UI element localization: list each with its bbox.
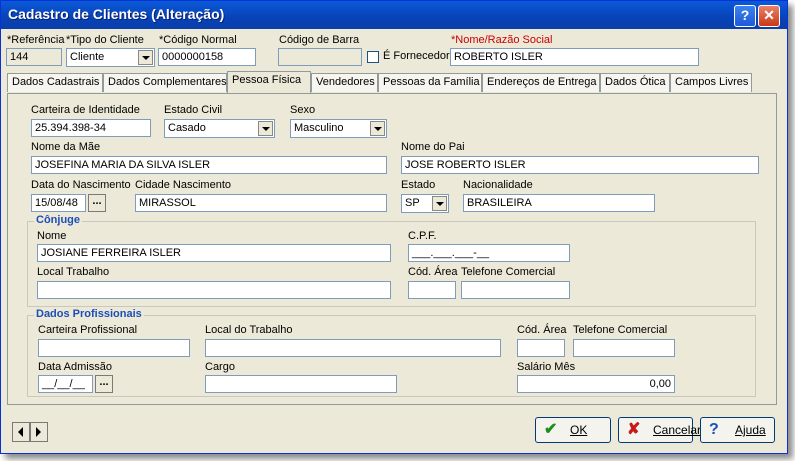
conjuge-nome-label: Nome	[37, 230, 67, 242]
window-title: Cadastro de Clientes (Alteração)	[8, 6, 225, 22]
chevron-down-icon[interactable]	[138, 50, 153, 65]
cancel-label: Cancelar	[653, 423, 702, 437]
tipo-cliente-label: *Tipo do Cliente	[66, 34, 144, 46]
fornecedor-checkbox[interactable]	[367, 51, 379, 63]
conjuge-local-label: Local Trabalho	[37, 266, 110, 278]
sexo-label: Sexo	[290, 104, 316, 116]
ok-label: OK	[570, 423, 588, 437]
tab-vendedores[interactable]: Vendedores	[311, 73, 378, 92]
estado-value: SP	[405, 197, 420, 209]
estado-civil-value: Casado	[168, 122, 206, 134]
pai-field[interactable]: JOSE ROBERTO ISLER	[401, 156, 759, 174]
identidade-label: Carteira de Identidade	[31, 104, 140, 116]
sexo-value: Masculino	[294, 122, 344, 134]
pessoa-fisica-panel: Carteira de Identidade 25.394.398-34 Est…	[7, 93, 777, 405]
cidade-label: Cidade Nascimento	[135, 179, 231, 191]
conjuge-area-label: Cód. Área	[408, 266, 458, 278]
profissional-title: Dados Profissionais	[34, 308, 144, 320]
tipo-cliente-select[interactable]: Cliente	[66, 48, 155, 67]
fornecedor-label: É Fornecedor	[383, 50, 450, 62]
client-form-window: Cadastro de Clientes (Alteração) ? ✕ *Re…	[0, 0, 788, 454]
cargo-label: Cargo	[205, 361, 235, 373]
cpf-field[interactable]: ___.___.___-__	[408, 244, 570, 262]
chevron-down-icon[interactable]	[258, 121, 273, 136]
tab-pessoas-familia[interactable]: Pessoas da Família	[378, 73, 482, 92]
codigo-barra-label: Código de Barra	[279, 34, 360, 46]
title-bar: Cadastro de Clientes (Alteração) ? ✕	[1, 1, 787, 29]
mae-field[interactable]: JOSEFINA MARIA DA SILVA ISLER	[31, 156, 387, 174]
tab-campos-livres[interactable]: Campos Livres	[670, 73, 752, 92]
carteira-field[interactable]	[38, 339, 190, 357]
conjuge-title: Cônjuge	[34, 214, 82, 226]
prof-area-label: Cód. Área	[517, 324, 567, 336]
conjuge-nome-field[interactable]: JOSIANE FERREIRA ISLER	[37, 244, 391, 262]
pai-label: Nome do Pai	[401, 141, 465, 153]
nascimento-calendar-button[interactable]: ...	[88, 194, 106, 212]
salario-label: Salário Mês	[517, 361, 576, 373]
prof-fone-label: Telefone Comercial	[573, 324, 668, 336]
cancel-button[interactable]: ✘ Cancelar	[618, 417, 701, 443]
tab-dados-complementares[interactable]: Dados Complementares	[103, 73, 227, 92]
previous-record-button[interactable]	[12, 422, 30, 442]
cidade-field[interactable]: MIRASSOL	[135, 194, 387, 212]
salario-field[interactable]: 0,00	[517, 375, 675, 393]
checkmark-icon: ✔	[544, 421, 558, 438]
tab-enderecos-entrega[interactable]: Endereços de Entrega	[482, 73, 600, 92]
nome-field[interactable]: ROBERTO ISLER	[450, 48, 699, 66]
prof-area-field[interactable]	[517, 339, 565, 357]
help-button[interactable]: ? Ajuda	[700, 417, 775, 443]
nacionalidade-label: Nacionalidade	[463, 179, 533, 191]
bottom-bar: ✔ OK ✘ Cancelar ? Ajuda	[7, 412, 779, 446]
chevron-down-icon[interactable]	[432, 196, 447, 211]
tab-pessoa-fisica[interactable]: Pessoa Física	[227, 71, 311, 93]
local-trabalho-label: Local do Trabalho	[205, 324, 293, 336]
cpf-label: C.P.F.	[408, 230, 437, 242]
codigo-normal-field[interactable]: 0000000158	[158, 48, 256, 66]
identidade-field[interactable]: 25.394.398-34	[31, 119, 151, 137]
help-title-button[interactable]: ?	[734, 5, 756, 27]
chevron-down-icon[interactable]	[370, 121, 385, 136]
nascimento-label: Data do Nascimento	[31, 179, 131, 191]
nome-label: *Nome/Razão Social	[451, 34, 553, 46]
referencia-label: *Referência	[7, 34, 65, 46]
conjuge-area-field[interactable]	[408, 281, 456, 299]
conjuge-local-field[interactable]	[37, 281, 391, 299]
estado-select[interactable]: SP	[401, 194, 449, 213]
admissao-calendar-button[interactable]: ...	[95, 375, 113, 393]
cancel-x-icon: ✘	[627, 421, 641, 438]
conjuge-group: Cônjuge Nome JOSIANE FERREIRA ISLER C.P.…	[27, 214, 756, 307]
cargo-field[interactable]	[205, 375, 397, 393]
conjuge-fone-field[interactable]	[461, 281, 570, 299]
nascimento-field[interactable]: 15/08/48	[31, 194, 86, 212]
profissional-group: Dados Profissionais Carteira Profissiona…	[27, 308, 756, 397]
nacionalidade-field[interactable]: BRASILEIRA	[463, 194, 655, 212]
tipo-cliente-value: Cliente	[70, 51, 105, 63]
conjuge-fone-label: Telefone Comercial	[461, 266, 556, 278]
admissao-label: Data Admissão	[38, 361, 112, 373]
tab-dados-otica[interactable]: Dados Ótica	[600, 73, 670, 92]
arrow-right-icon	[36, 427, 41, 437]
estado-label: Estado	[401, 179, 436, 191]
question-icon: ?	[709, 421, 719, 438]
referencia-field[interactable]: 144	[6, 48, 62, 66]
sexo-select[interactable]: Masculino	[290, 119, 387, 138]
carteira-label: Carteira Profissional	[38, 324, 138, 336]
estado-civil-select[interactable]: Casado	[164, 119, 275, 138]
local-trabalho-field[interactable]	[205, 339, 501, 357]
next-record-button[interactable]	[30, 422, 48, 442]
codigo-normal-label: *Código Normal	[159, 34, 237, 46]
tab-dados-cadastrais[interactable]: Dados Cadastrais	[7, 73, 103, 92]
close-window-button[interactable]: ✕	[758, 5, 780, 27]
help-label: Ajuda	[735, 423, 766, 437]
codigo-barra-field[interactable]	[278, 48, 362, 66]
mae-label: Nome da Mãe	[31, 141, 101, 153]
ok-button[interactable]: ✔ OK	[535, 417, 611, 443]
arrow-left-icon	[18, 427, 23, 437]
prof-fone-field[interactable]	[573, 339, 675, 357]
estado-civil-label: Estado Civil	[164, 104, 223, 116]
admissao-field[interactable]: __/__/__	[38, 375, 93, 393]
